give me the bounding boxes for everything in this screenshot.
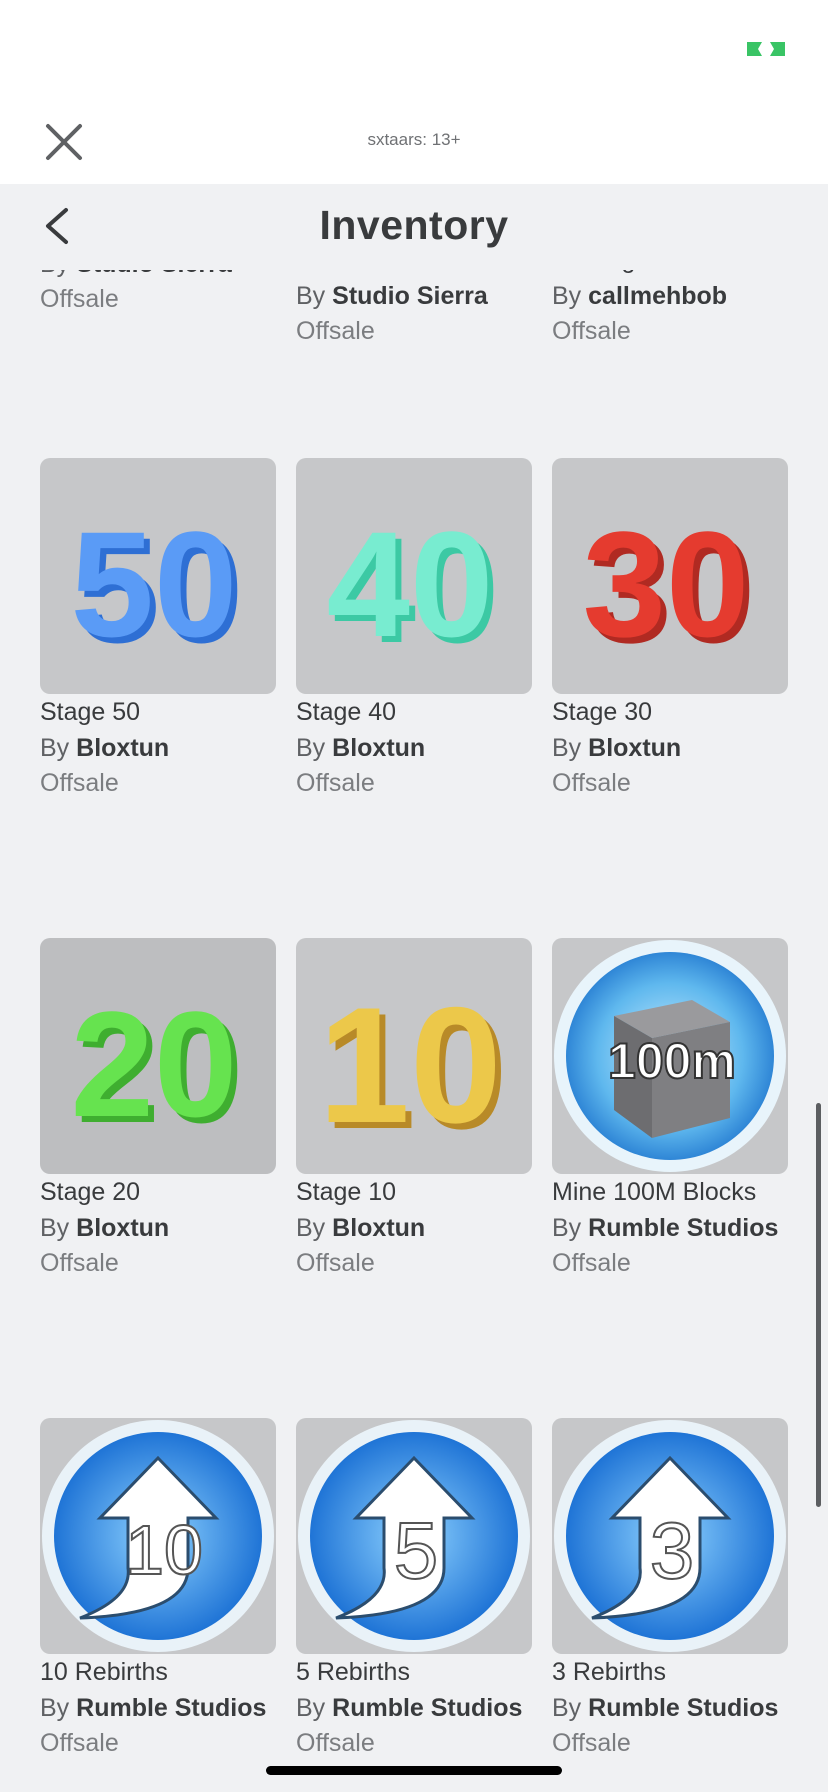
item-thumbnail[interactable]: 50 50 bbox=[40, 458, 276, 694]
item-thumbnail[interactable]: 40 40 bbox=[296, 458, 532, 694]
stage-50-badge-icon: 50 50 bbox=[71, 500, 244, 674]
scrollbar[interactable] bbox=[816, 1103, 821, 1507]
stage-10-badge-icon: 10 10 bbox=[318, 973, 508, 1163]
inventory-grid: By Studio Sierra Offsale By Studio Sierr… bbox=[0, 184, 828, 1792]
item-creator: By Rumble Studios bbox=[552, 1214, 779, 1242]
item-thumbnail[interactable]: 5 bbox=[296, 1418, 532, 1654]
badge-text: 40 bbox=[327, 500, 494, 668]
item-status: Offsale bbox=[40, 1729, 119, 1757]
rebirth-badge-icon: 5 bbox=[298, 1420, 530, 1652]
item-name: 3 Rebirths bbox=[552, 1658, 666, 1686]
item-status: Offsale bbox=[552, 1249, 631, 1277]
item-name: Stage 40 bbox=[296, 698, 397, 726]
item-status: Offsale bbox=[296, 769, 375, 797]
badge-text: 10 bbox=[125, 1511, 203, 1589]
badge-text: 30 bbox=[583, 500, 750, 668]
item-status: Offsale bbox=[40, 769, 119, 797]
inventory-item[interactable]: 100m Mine 100M Blocks By Rumble Studios … bbox=[552, 938, 788, 1278]
rebirth-badge-icon: 3 bbox=[554, 1420, 786, 1652]
badge-text: 3 bbox=[650, 1506, 695, 1595]
inventory-item[interactable]: 40 40 Stage 40 By Bloxtun Offsale bbox=[296, 458, 532, 798]
account-label: sxtaars: 13+ bbox=[367, 130, 461, 149]
inventory-item[interactable]: 50 50 Stage 50 By Bloxtun Offsale bbox=[40, 458, 276, 798]
item-creator: By Bloxtun bbox=[40, 1214, 170, 1242]
inventory-item[interactable]: By Studio Sierra Offsale bbox=[296, 276, 532, 346]
vr-icon bbox=[747, 42, 785, 56]
item-name: Stage 30 bbox=[552, 698, 653, 726]
rebirth-badge-icon: 10 bbox=[42, 1420, 274, 1652]
item-status: Offsale bbox=[296, 317, 375, 345]
item-thumbnail[interactable]: 10 bbox=[40, 1418, 276, 1654]
item-name: Stage 20 bbox=[40, 1178, 141, 1206]
item-creator: By Studio Sierra bbox=[296, 282, 488, 310]
item-creator: By Bloxtun bbox=[296, 734, 426, 762]
item-status: Offsale bbox=[552, 317, 631, 345]
stage-30-badge-icon: 30 30 bbox=[583, 500, 756, 674]
stage-20-badge-icon: 20 20 bbox=[71, 980, 244, 1154]
item-creator: By Bloxtun bbox=[296, 1214, 426, 1242]
item-thumbnail[interactable]: 100m bbox=[552, 938, 788, 1174]
badge-text: 100m bbox=[608, 1033, 736, 1089]
item-thumbnail[interactable]: 3 bbox=[552, 1418, 788, 1654]
item-thumbnail[interactable]: 20 20 bbox=[40, 938, 276, 1174]
inventory-item[interactable]: 5 5 Rebirths By Rumble Studios Offsale bbox=[296, 1418, 532, 1758]
item-status: Offsale bbox=[552, 1729, 631, 1757]
top-bar: sxtaars: 13+ bbox=[0, 0, 828, 184]
item-creator: By callmehbob bbox=[552, 282, 728, 310]
inventory-item[interactable]: 3 3 Rebirths By Rumble Studios Offsale bbox=[552, 1418, 788, 1758]
stage-40-badge-icon: 40 40 bbox=[327, 500, 500, 674]
item-creator: By Rumble Studios bbox=[40, 1694, 267, 1722]
item-status: Offsale bbox=[296, 1249, 375, 1277]
badge-text: 10 bbox=[318, 973, 502, 1157]
item-creator: By Rumble Studios bbox=[552, 1694, 779, 1722]
inventory-item[interactable]: 20 20 Stage 20 By Bloxtun Offsale bbox=[40, 938, 276, 1278]
page-header: Inventory bbox=[0, 184, 828, 270]
badge-text: 5 bbox=[394, 1506, 439, 1595]
item-thumbnail[interactable]: 30 30 bbox=[552, 458, 788, 694]
item-creator: By Bloxtun bbox=[552, 734, 682, 762]
page-title: Inventory bbox=[319, 202, 509, 248]
home-indicator[interactable] bbox=[266, 1766, 562, 1775]
inventory-item[interactable]: 30 30 Stage 30 By Bloxtun Offsale bbox=[552, 458, 788, 798]
item-name: Mine 100M Blocks bbox=[552, 1178, 757, 1206]
item-status: Offsale bbox=[40, 1249, 119, 1277]
item-name: Stage 10 bbox=[296, 1178, 397, 1206]
inventory-item[interactable]: 10 10 Rebirths By Rumble Studios Offsale bbox=[40, 1418, 276, 1758]
item-name: 10 Rebirths bbox=[40, 1658, 168, 1686]
item-status: Offsale bbox=[40, 285, 119, 313]
item-name: Stage 50 bbox=[40, 698, 141, 726]
badge-text: 50 bbox=[71, 500, 238, 668]
inventory-item[interactable]: Package By callmehbob Offsale bbox=[552, 246, 788, 346]
item-creator: By Bloxtun bbox=[40, 734, 170, 762]
item-status: Offsale bbox=[552, 769, 631, 797]
item-status: Offsale bbox=[296, 1729, 375, 1757]
item-creator: By Rumble Studios bbox=[296, 1694, 523, 1722]
badge-text: 20 bbox=[71, 980, 238, 1148]
item-name: 5 Rebirths bbox=[296, 1658, 410, 1686]
mine-blocks-badge-icon: 100m bbox=[554, 940, 786, 1172]
item-thumbnail[interactable]: 10 10 bbox=[296, 938, 532, 1174]
inventory-item[interactable]: 10 10 Stage 10 By Bloxtun Offsale bbox=[296, 938, 532, 1278]
